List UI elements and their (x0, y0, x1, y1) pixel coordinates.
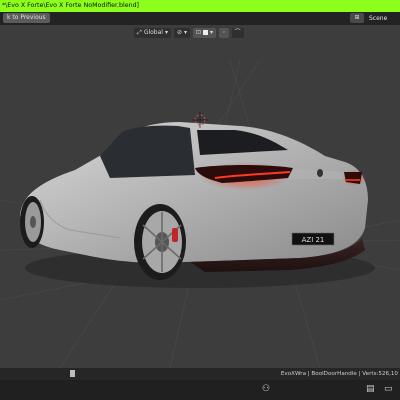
car-render: AZI 21 (0, 59, 400, 368)
axis-icon: ⤢ (137, 28, 142, 36)
scene-statistics: EvoXWra | BoolDoorHandle | Verts:526,10 (280, 371, 398, 377)
plate-text: AZI 21 (302, 236, 325, 244)
chevron-down-icon: ▾ (184, 28, 188, 36)
top-header: k to Previous ⊞ Scene (0, 12, 400, 25)
back-to-previous-button[interactable]: k to Previous (3, 13, 50, 23)
snap-icon: ⊡ (196, 28, 202, 36)
car-body (20, 122, 368, 272)
snap-toggle[interactable]: ⊡ ▾ (193, 27, 217, 38)
link-icon: ⊘ (176, 28, 182, 36)
scene-selector[interactable]: ⊞ Scene (350, 13, 400, 23)
rear-wheel (134, 204, 186, 280)
falloff-button[interactable]: ⌒ (231, 27, 244, 38)
window-title: *\Evo X Forte\Evo X Forte NoModifier.ble… (2, 2, 140, 9)
status-bar: EvoXWra | BoolDoorHandle | Verts:526,10 (0, 368, 400, 380)
chevron-down-icon: ▾ (164, 28, 168, 36)
falloff-icon: ⌒ (234, 28, 241, 36)
viewport-header: ⤢ Global ▾ ⊘ ▾ ⊡ ▾ ◦ ⌒ (134, 27, 244, 38)
orientation-dropdown[interactable]: ⤢ Global ▾ (134, 27, 171, 38)
3d-viewport[interactable]: AZI 21 ⤢ Global ▾ ⊘ ▾ ⊡ ▾ ◦ ⌒ (0, 25, 400, 368)
proportional-icon: ◦ (222, 28, 226, 36)
window-title-bar: *\Evo X Forte\Evo X Forte NoModifier.ble… (0, 0, 400, 12)
pivot-point-dropdown[interactable]: ⊘ ▾ (173, 27, 191, 38)
front-wheel (20, 196, 44, 248)
people-icon[interactable]: ⚇ (262, 384, 270, 394)
license-plate: AZI 21 (291, 232, 335, 246)
keyboard-icon[interactable]: ▤ (366, 384, 375, 394)
proportional-editing-toggle[interactable]: ◦ (219, 27, 229, 38)
document-icon (70, 370, 75, 377)
os-taskbar: ⚇ ▤ ▭ (0, 380, 400, 400)
chevron-down-icon: ▾ (210, 28, 214, 36)
snap-square-icon (203, 30, 209, 35)
orientation-label: Global (143, 28, 163, 36)
scene-icon[interactable]: ⊞ (350, 13, 364, 23)
scene-label: Scene (369, 14, 388, 22)
display-icon[interactable]: ▭ (384, 384, 393, 394)
